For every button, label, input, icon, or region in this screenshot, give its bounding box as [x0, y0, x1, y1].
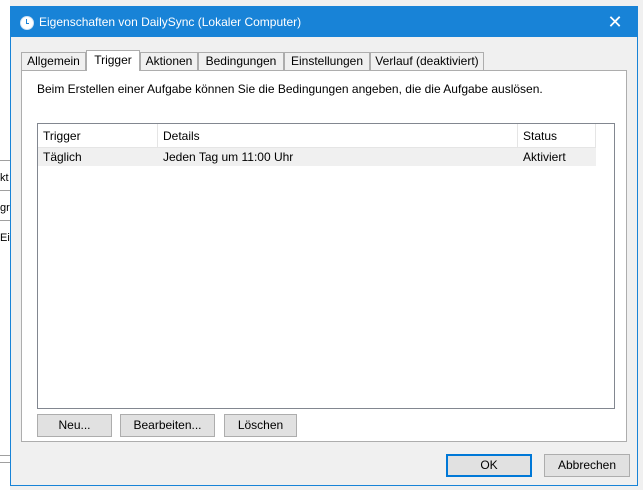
- column-header-status[interactable]: Status: [518, 124, 596, 148]
- tab-verlauf[interactable]: Verlauf (deaktiviert): [370, 52, 484, 70]
- properties-dialog: Eigenschaften von DailySync (Lokaler Com…: [10, 6, 638, 486]
- table-row[interactable]: Täglich Jeden Tag um 11:00 Uhr Aktiviert: [38, 148, 596, 166]
- task-clock-icon: [20, 16, 34, 30]
- cell-trigger: Täglich: [43, 150, 82, 164]
- edit-trigger-button[interactable]: Bearbeiten...: [120, 414, 215, 437]
- background-app-sliver: kt gr Ei: [0, 0, 10, 490]
- cancel-button[interactable]: Abbrechen: [544, 454, 630, 477]
- cell-details: Jeden Tag um 11:00 Uhr: [163, 150, 294, 164]
- cell-status: Aktiviert: [523, 150, 566, 164]
- close-icon: ✕: [607, 11, 623, 32]
- trigger-list-header: Trigger Details Status: [38, 124, 596, 148]
- column-header-details[interactable]: Details: [158, 124, 518, 148]
- tab-aktionen[interactable]: Aktionen: [140, 52, 198, 70]
- tab-allgemein[interactable]: Allgemein: [21, 52, 86, 70]
- trigger-tab-panel: Beim Erstellen einer Aufgabe können Sie …: [21, 70, 627, 442]
- title-bar[interactable]: Eigenschaften von DailySync (Lokaler Com…: [11, 7, 637, 37]
- background-text-fragment: gr: [0, 202, 10, 214]
- tab-trigger[interactable]: Trigger: [86, 50, 140, 71]
- background-text-fragment: Ei: [0, 232, 10, 244]
- background-divider: [0, 462, 10, 463]
- background-divider: [0, 455, 10, 456]
- tab-bedingungen[interactable]: Bedingungen: [198, 52, 284, 70]
- ok-button[interactable]: OK: [446, 454, 532, 477]
- background-text-fragment: kt: [0, 172, 9, 184]
- close-button[interactable]: ✕: [593, 7, 637, 37]
- background-divider: [0, 190, 10, 191]
- new-trigger-button[interactable]: Neu...: [37, 414, 112, 437]
- trigger-description: Beim Erstellen einer Aufgabe können Sie …: [37, 82, 543, 96]
- background-divider: [0, 220, 10, 221]
- column-header-trigger[interactable]: Trigger: [38, 124, 158, 148]
- window-title: Eigenschaften von DailySync (Lokaler Com…: [39, 15, 302, 29]
- delete-trigger-button[interactable]: Löschen: [224, 414, 297, 437]
- background-divider: [0, 160, 10, 161]
- trigger-list[interactable]: Trigger Details Status Täglich Jeden Tag…: [37, 123, 615, 409]
- tab-einstellungen[interactable]: Einstellungen: [284, 52, 370, 70]
